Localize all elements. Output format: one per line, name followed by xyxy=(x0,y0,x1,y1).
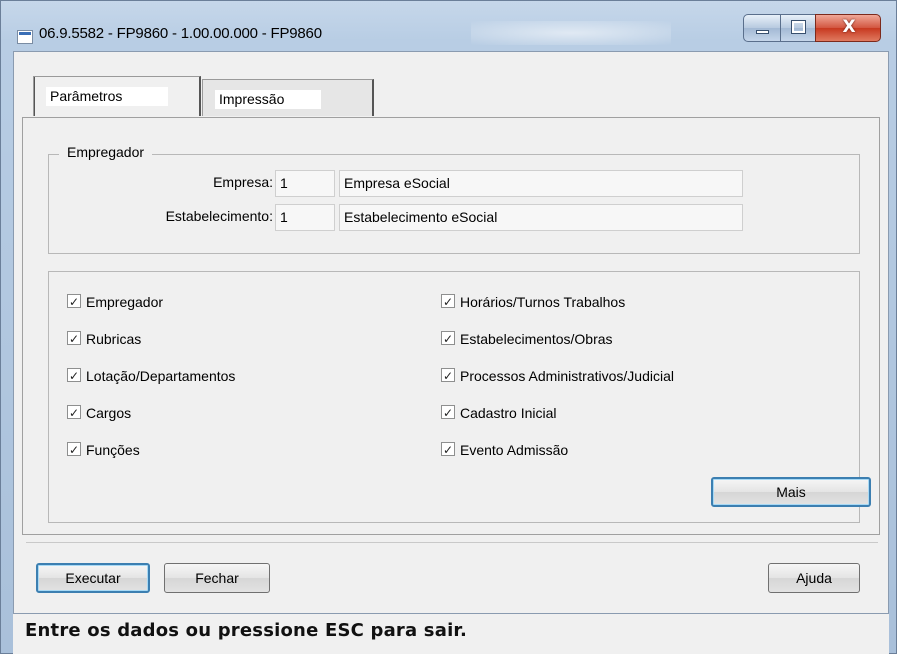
button-row-separator xyxy=(26,542,878,543)
empregador-group-legend: Empregador xyxy=(59,144,153,160)
tab-impressao-label: Impressão xyxy=(215,90,321,109)
close-icon: X xyxy=(842,17,856,37)
checkbox-checked-icon xyxy=(67,293,81,311)
status-message: Entre os dados ou pressione ESC para sai… xyxy=(25,620,467,641)
estabelecimento-name-field: Estabelecimento eSocial xyxy=(339,204,743,231)
checkbox-label: Processos Administrativos/Judicial xyxy=(460,368,674,384)
executar-button[interactable]: Executar xyxy=(36,563,150,593)
minimize-icon xyxy=(756,30,769,34)
ajuda-button[interactable]: Ajuda xyxy=(768,563,860,593)
checkbox-checked-icon xyxy=(441,367,455,385)
fechar-button[interactable]: Fechar xyxy=(164,563,270,593)
title-glass-highlight xyxy=(471,21,671,45)
checkbox-label: Funções xyxy=(86,442,140,458)
checkbox-label: Horários/Turnos Trabalhos xyxy=(460,294,626,310)
caption-buttons: X xyxy=(743,14,883,42)
window-app-icon[interactable] xyxy=(17,30,33,44)
estabelecimento-label: Estabelecimento: xyxy=(165,208,273,224)
checkbox-label: Cadastro Inicial xyxy=(460,405,557,421)
empresa-code-field[interactable]: 1 xyxy=(275,170,335,197)
checkbox-label: Empregador xyxy=(86,294,164,310)
tab-panel-parametros: Empregador Empresa: 1 Empresa eSocial Es… xyxy=(22,117,880,535)
maximize-button[interactable] xyxy=(780,14,816,42)
checkbox-label: Rubricas xyxy=(86,331,142,347)
checkbox-label: Estabelecimentos/Obras xyxy=(460,331,613,347)
tab-parametros-label: Parâmetros xyxy=(46,87,168,106)
minimize-button[interactable] xyxy=(743,14,781,42)
checkbox-checked-icon xyxy=(441,293,455,311)
estabelecimento-code-field[interactable]: 1 xyxy=(275,204,335,231)
mais-button[interactable]: Mais xyxy=(711,477,871,507)
tab-impressao[interactable]: Impressão xyxy=(202,79,374,116)
tab-parametros[interactable]: Parâmetros xyxy=(33,76,201,116)
window-title: 06.9.5582 - FP9860 - 1.00.00.000 - FP986… xyxy=(39,25,322,42)
checkbox-label: Lotação/Departamentos xyxy=(86,368,236,384)
checkbox-checked-icon xyxy=(67,330,81,348)
checkbox-checked-icon xyxy=(67,367,81,385)
title-bar[interactable]: 06.9.5582 - FP9860 - 1.00.00.000 - FP986… xyxy=(1,1,896,51)
dialog-client-area: Empregador Empresa: 1 Empresa eSocial Es… xyxy=(13,51,889,614)
events-group: Empregador Rubricas Lotação/Departamento… xyxy=(48,271,871,523)
checkbox-checked-icon xyxy=(67,404,81,422)
close-button[interactable]: X xyxy=(815,14,881,42)
checkbox-checked-icon xyxy=(441,441,455,459)
maximize-icon xyxy=(791,20,806,34)
empregador-group: Empregador Empresa: 1 Empresa eSocial Es… xyxy=(48,144,860,254)
checkbox-checked-icon xyxy=(67,441,81,459)
empresa-label: Empresa: xyxy=(213,174,273,190)
checkbox-checked-icon xyxy=(441,330,455,348)
checkbox-label: Evento Admissão xyxy=(460,442,569,458)
empresa-name-field: Empresa eSocial xyxy=(339,170,743,197)
checkbox-checked-icon xyxy=(441,404,455,422)
checkbox-label: Cargos xyxy=(86,405,132,421)
